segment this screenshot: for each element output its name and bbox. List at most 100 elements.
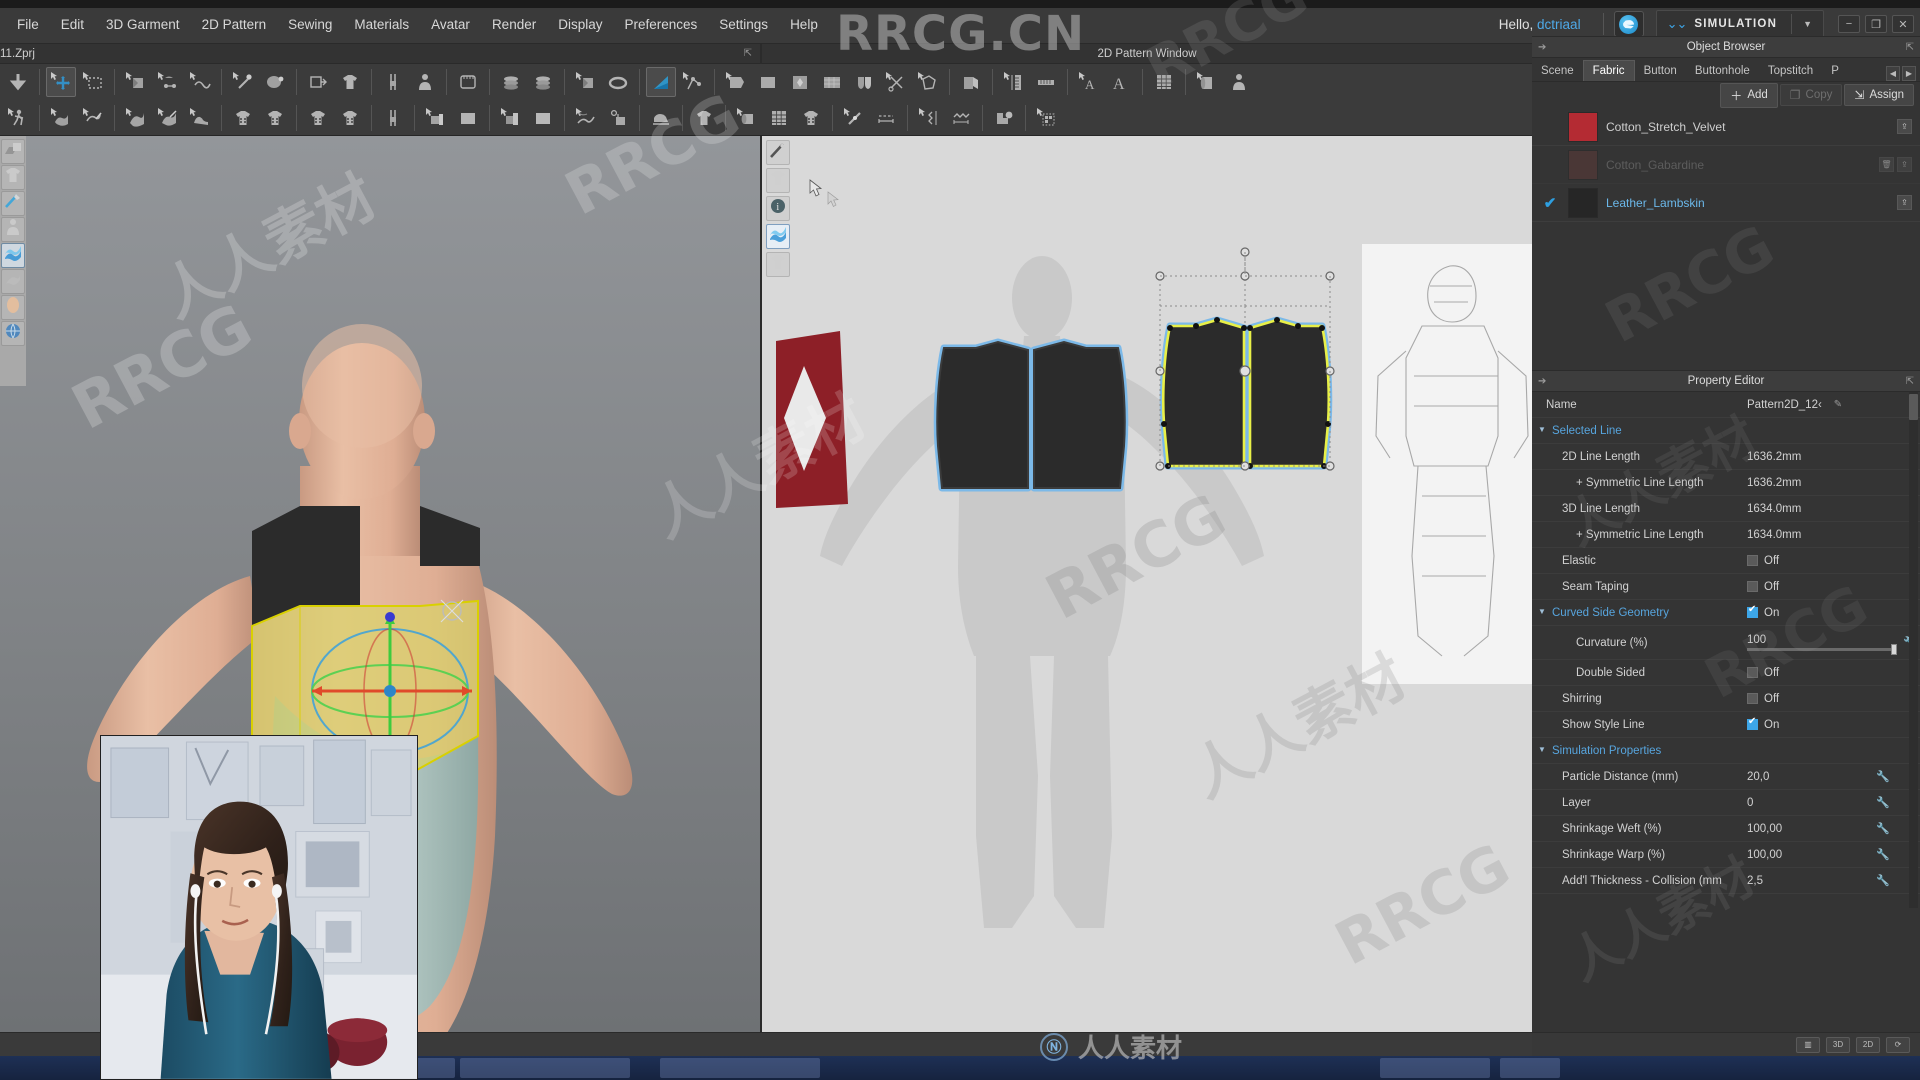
download-garment-tool[interactable] <box>3 67 33 97</box>
scrollbar-thumb[interactable] <box>1909 394 1918 420</box>
fabric-roll-tool[interactable] <box>1192 67 1222 97</box>
pattern-canvas[interactable] <box>762 136 1532 1056</box>
property-row[interactable]: Elastic Off <box>1532 548 1920 574</box>
menu-item-materials[interactable]: Materials <box>343 12 420 37</box>
elastic-band-tool[interactable] <box>603 67 633 97</box>
fabric-color-swatch[interactable] <box>1568 149 1598 180</box>
cloud-sync-button[interactable] <box>1613 11 1644 37</box>
property-checkbox[interactable] <box>1747 667 1758 678</box>
globe-view-tool[interactable] <box>1 321 25 346</box>
reset-icon[interactable]: ⟳ <box>1886 1036 1910 1053</box>
button-grid2-tool[interactable] <box>796 103 826 133</box>
menu-item-3d-garment[interactable]: 3D Garment <box>95 12 191 37</box>
taskbar-item[interactable] <box>660 1058 820 1078</box>
taskbar-item[interactable] <box>1500 1058 1560 1078</box>
brush-view-tool[interactable] <box>1 191 25 216</box>
rectangle-tool[interactable] <box>753 67 783 97</box>
zigzag-horizontal-tool[interactable] <box>946 103 976 133</box>
property-row[interactable]: Shrinkage Warp (%) 100,00 🔧 <box>1532 842 1920 868</box>
shield-tool[interactable] <box>849 67 879 97</box>
garment-view-tool[interactable] <box>1 165 25 190</box>
avatar-view-tool[interactable] <box>1 217 25 242</box>
tab-scene[interactable]: Scene <box>1532 61 1583 81</box>
select-mesh-tool[interactable] <box>78 67 108 97</box>
property-row[interactable]: Layer 0 🔧 <box>1532 790 1920 816</box>
property-row[interactable]: + Symmetric Line Length 1634.0mm <box>1532 522 1920 548</box>
sewing-curve-tool[interactable] <box>571 103 601 133</box>
measure-avatar-tool[interactable] <box>453 67 483 97</box>
lock-tool-2d[interactable] <box>766 252 790 277</box>
tab-scroll-left-icon[interactable]: ◀ <box>1886 66 1900 81</box>
tack-tool[interactable] <box>260 67 290 97</box>
trim-tool[interactable] <box>421 103 451 133</box>
avatar-tool[interactable] <box>410 67 440 97</box>
tab-fabric[interactable]: Fabric <box>1582 60 1635 81</box>
wrench-icon[interactable]: 🔧 <box>1876 822 1890 835</box>
menu-item-file[interactable]: File <box>6 12 50 37</box>
curve-pin-tool[interactable] <box>185 67 215 97</box>
mesh-tool[interactable] <box>817 67 847 97</box>
fabric-tool-2d[interactable] <box>766 224 790 249</box>
mode-selector[interactable]: ⌄⌄ SIMULATION ▼ <box>1655 10 1824 38</box>
curvature-slider[interactable] <box>1747 644 1897 655</box>
menu-item-edit[interactable]: Edit <box>50 12 95 37</box>
menu-item-help[interactable]: Help <box>779 12 829 37</box>
menu-item-sewing[interactable]: Sewing <box>277 12 343 37</box>
property-row[interactable]: Seam Taping Off <box>1532 574 1920 600</box>
add-button[interactable]: ＋ Add <box>1720 82 1778 108</box>
walk-tool[interactable] <box>3 103 33 133</box>
save-icon[interactable]: ⇪ <box>1897 195 1912 210</box>
property-row[interactable]: Add'l Thickness - Collision (mm 2,5 🔧 <box>1532 868 1920 894</box>
maximize-button[interactable]: ❐ <box>1865 15 1887 33</box>
wrench-icon[interactable]: 🔧 <box>1876 770 1890 783</box>
pin-icon[interactable]: ➔ <box>1538 376 1546 387</box>
property-checkbox[interactable] <box>1747 716 1758 730</box>
tab-buttonhole[interactable]: Buttonhole <box>1686 61 1759 81</box>
buttonhole-tool[interactable] <box>260 103 290 133</box>
menu-item-avatar[interactable]: Avatar <box>420 12 481 37</box>
zigzag-vertical-tool[interactable] <box>914 103 944 133</box>
property-row[interactable]: ▼ Selected Line <box>1532 418 1920 444</box>
fabric-color-swatch[interactable] <box>1568 111 1598 142</box>
pin-icon[interactable]: ➔ <box>1538 42 1546 53</box>
chevron-down-icon[interactable]: ▼ <box>1538 425 1546 434</box>
grid-tool[interactable] <box>1149 67 1179 97</box>
fabric-row[interactable]: Cotton_Gabardine 🗑 ⇪ <box>1532 146 1920 184</box>
save-icon[interactable]: ⇪ <box>1897 157 1912 172</box>
scissors-tool[interactable] <box>881 67 911 97</box>
fold-arrangement-tool[interactable] <box>121 67 151 97</box>
property-row[interactable]: 2D Line Length 1636.2mm <box>1532 444 1920 470</box>
fabric-color-swatch[interactable] <box>1568 187 1598 218</box>
property-row[interactable]: Curvature (%) 100🔧 <box>1532 626 1920 660</box>
menu-item-settings[interactable]: Settings <box>708 12 779 37</box>
wrench-icon[interactable]: 🔧 <box>1876 874 1890 887</box>
layer-stack-tool[interactable] <box>496 67 526 97</box>
property-row[interactable]: ▼Curved Side Geometry On <box>1532 600 1920 626</box>
chevron-down-icon[interactable]: ▼ <box>1538 745 1546 754</box>
diamond-tool[interactable] <box>785 67 815 97</box>
fabric-row[interactable]: Cotton_Stretch_Velvet ⇪ <box>1532 108 1920 146</box>
fabric-row[interactable]: ✔ Leather_Lambskin ⇪ <box>1532 184 1920 222</box>
skin-view-tool[interactable] <box>1 295 25 320</box>
tab-p[interactable]: P <box>1822 61 1848 81</box>
ruler-horizontal-tool[interactable] <box>1031 67 1061 97</box>
view-3d-icon[interactable]: 3D <box>1826 1036 1850 1053</box>
flatten-tool[interactable] <box>303 67 333 97</box>
mannequin-tool[interactable] <box>1224 67 1254 97</box>
fold-line-tool[interactable] <box>571 67 601 97</box>
delete-icon[interactable]: 🗑 <box>1879 157 1894 172</box>
polygon-tool[interactable] <box>721 67 751 97</box>
property-row[interactable]: Name Pattern2D_12‹ ✎ <box>1532 392 1920 418</box>
property-checkbox[interactable] <box>1747 693 1758 704</box>
assign-button[interactable]: ⇲ Assign <box>1844 84 1914 106</box>
tab-button[interactable]: Button <box>1635 61 1686 81</box>
render-view-tool[interactable] <box>1 139 25 164</box>
property-row[interactable]: Shirring Off <box>1532 686 1920 712</box>
property-row[interactable]: Shrinkage Weft (%) 100,00 🔧 <box>1532 816 1920 842</box>
button-tool[interactable] <box>228 103 258 133</box>
wrench-icon[interactable]: 🔧 <box>1876 848 1890 861</box>
pose-tool[interactable] <box>46 103 76 133</box>
dotted-line-tool[interactable] <box>871 103 901 133</box>
ruler-vertical-tool[interactable] <box>999 67 1029 97</box>
menu-item-render[interactable]: Render <box>481 12 547 37</box>
